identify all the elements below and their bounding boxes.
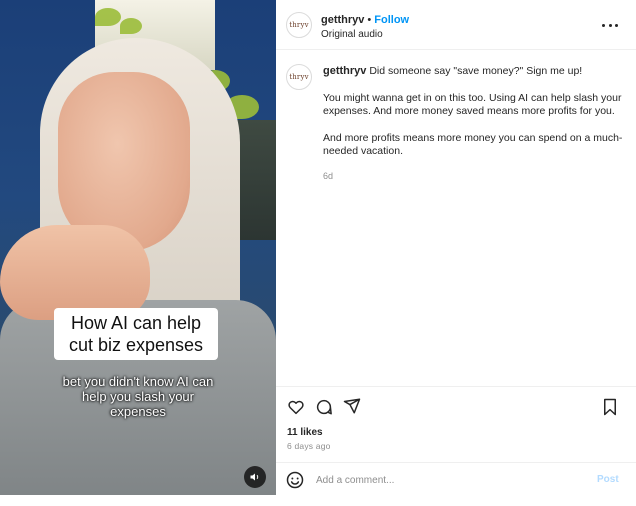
post-time[interactable]: 6d	[323, 171, 333, 181]
emoji-icon[interactable]	[286, 471, 304, 489]
avatar[interactable]: thryv	[286, 12, 312, 38]
likes-count[interactable]: 11 likes	[287, 427, 323, 438]
heart-icon[interactable]	[286, 397, 306, 417]
posted-ago: 6 days ago	[287, 441, 331, 451]
more-options-icon[interactable]	[602, 18, 618, 32]
comment-input[interactable]	[316, 472, 586, 488]
follow-button[interactable]: Follow	[374, 14, 409, 26]
action-bar: 11 likes 6 days ago	[276, 386, 636, 462]
separator-dot: •	[367, 14, 372, 26]
username-link[interactable]: getthryv	[323, 65, 366, 77]
post-caption: thryv getthryv Did someone say "save mon…	[276, 50, 636, 386]
bookmark-icon[interactable]	[600, 397, 620, 417]
caption-text: getthryv Did someone say "save money?" S…	[323, 65, 623, 172]
audio-link[interactable]: Original audio	[321, 29, 383, 40]
video-caption: How AI can help cut biz expenses	[54, 308, 218, 360]
header-line: getthryv • Follow	[321, 14, 409, 26]
avatar[interactable]: thryv	[286, 64, 312, 90]
reel-media[interactable]: How AI can help cut biz expenses bet you…	[0, 0, 276, 495]
video-subtitle: bet you didn't know AI can help you slas…	[62, 374, 214, 419]
person-hand	[0, 225, 150, 320]
plant-leaf	[120, 18, 142, 34]
caption-line: Did someone say "save money?" Sign me up…	[369, 65, 583, 77]
share-icon[interactable]	[342, 396, 362, 416]
username-link[interactable]: getthryv	[321, 14, 364, 26]
speaker-icon[interactable]	[244, 466, 266, 488]
caption-paragraph: And more profits means more money you ca…	[323, 131, 623, 158]
comment-bar: Post	[276, 462, 636, 496]
post-comment-button[interactable]: Post	[597, 474, 619, 485]
post-header: thryv getthryv • Follow Original audio	[276, 0, 636, 50]
comment-icon[interactable]	[314, 397, 334, 417]
plant-leaf	[95, 8, 121, 26]
caption-paragraph: You might wanna get in on this too. Usin…	[323, 91, 622, 118]
post-panel: thryv getthryv • Follow Original audio thr…	[276, 0, 636, 506]
